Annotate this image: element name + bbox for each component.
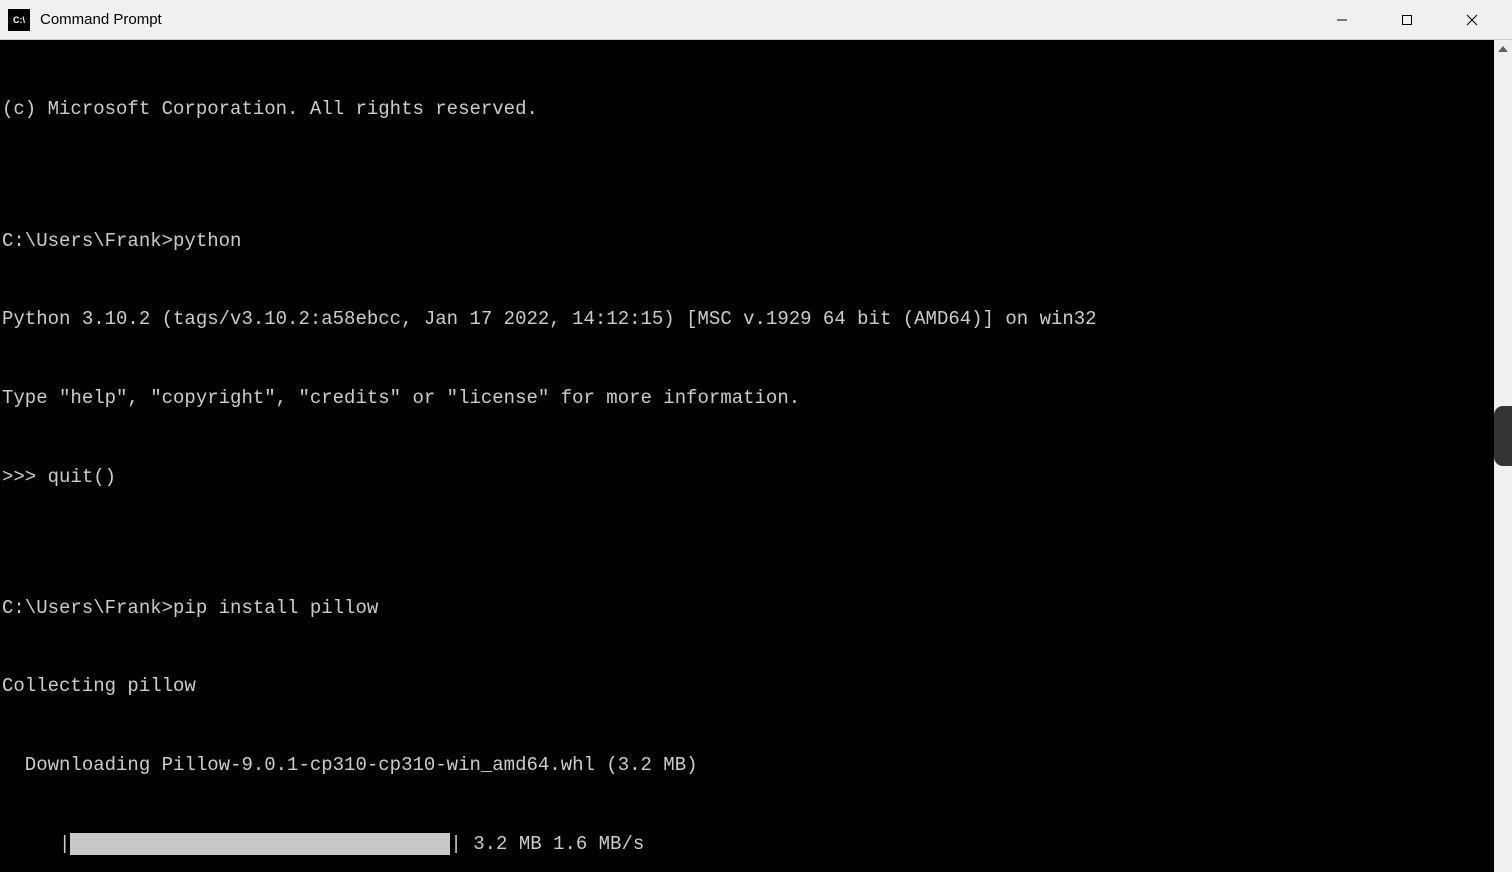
edge-side-panel-icon[interactable] <box>1494 406 1512 466</box>
terminal-line: C:\Users\Frank>python <box>2 228 1510 254</box>
close-button[interactable] <box>1439 0 1504 40</box>
terminal-line: C:\Users\Frank>pip install pillow <box>2 595 1510 621</box>
progress-prefix: | <box>2 831 70 857</box>
terminal-line: Python 3.10.2 (tags/v3.10.2:a58ebcc, Jan… <box>2 306 1510 332</box>
progress-bar <box>70 833 450 855</box>
window-controls <box>1309 0 1504 40</box>
terminal-line: >>> quit() <box>2 464 1510 490</box>
maximize-button[interactable] <box>1374 0 1439 40</box>
terminal-line: Type "help", "copyright", "credits" or "… <box>2 385 1510 411</box>
titlebar: C:\ Command Prompt <box>0 0 1512 40</box>
window-title: Command Prompt <box>40 11 1309 28</box>
cmd-icon: C:\ <box>8 9 30 31</box>
terminal-line: Downloading Pillow-9.0.1-cp310-cp310-win… <box>2 752 1510 778</box>
minimize-button[interactable] <box>1309 0 1374 40</box>
progress-bar-line: | | 3.2 MB 1.6 MB/s <box>2 831 1510 857</box>
terminal-line: Collecting pillow <box>2 673 1510 699</box>
progress-suffix: | 3.2 MB 1.6 MB/s <box>450 831 644 857</box>
terminal-line: (c) Microsoft Corporation. All rights re… <box>2 96 1510 122</box>
scroll-up-icon[interactable] <box>1494 40 1512 58</box>
terminal-output[interactable]: (c) Microsoft Corporation. All rights re… <box>0 40 1512 872</box>
